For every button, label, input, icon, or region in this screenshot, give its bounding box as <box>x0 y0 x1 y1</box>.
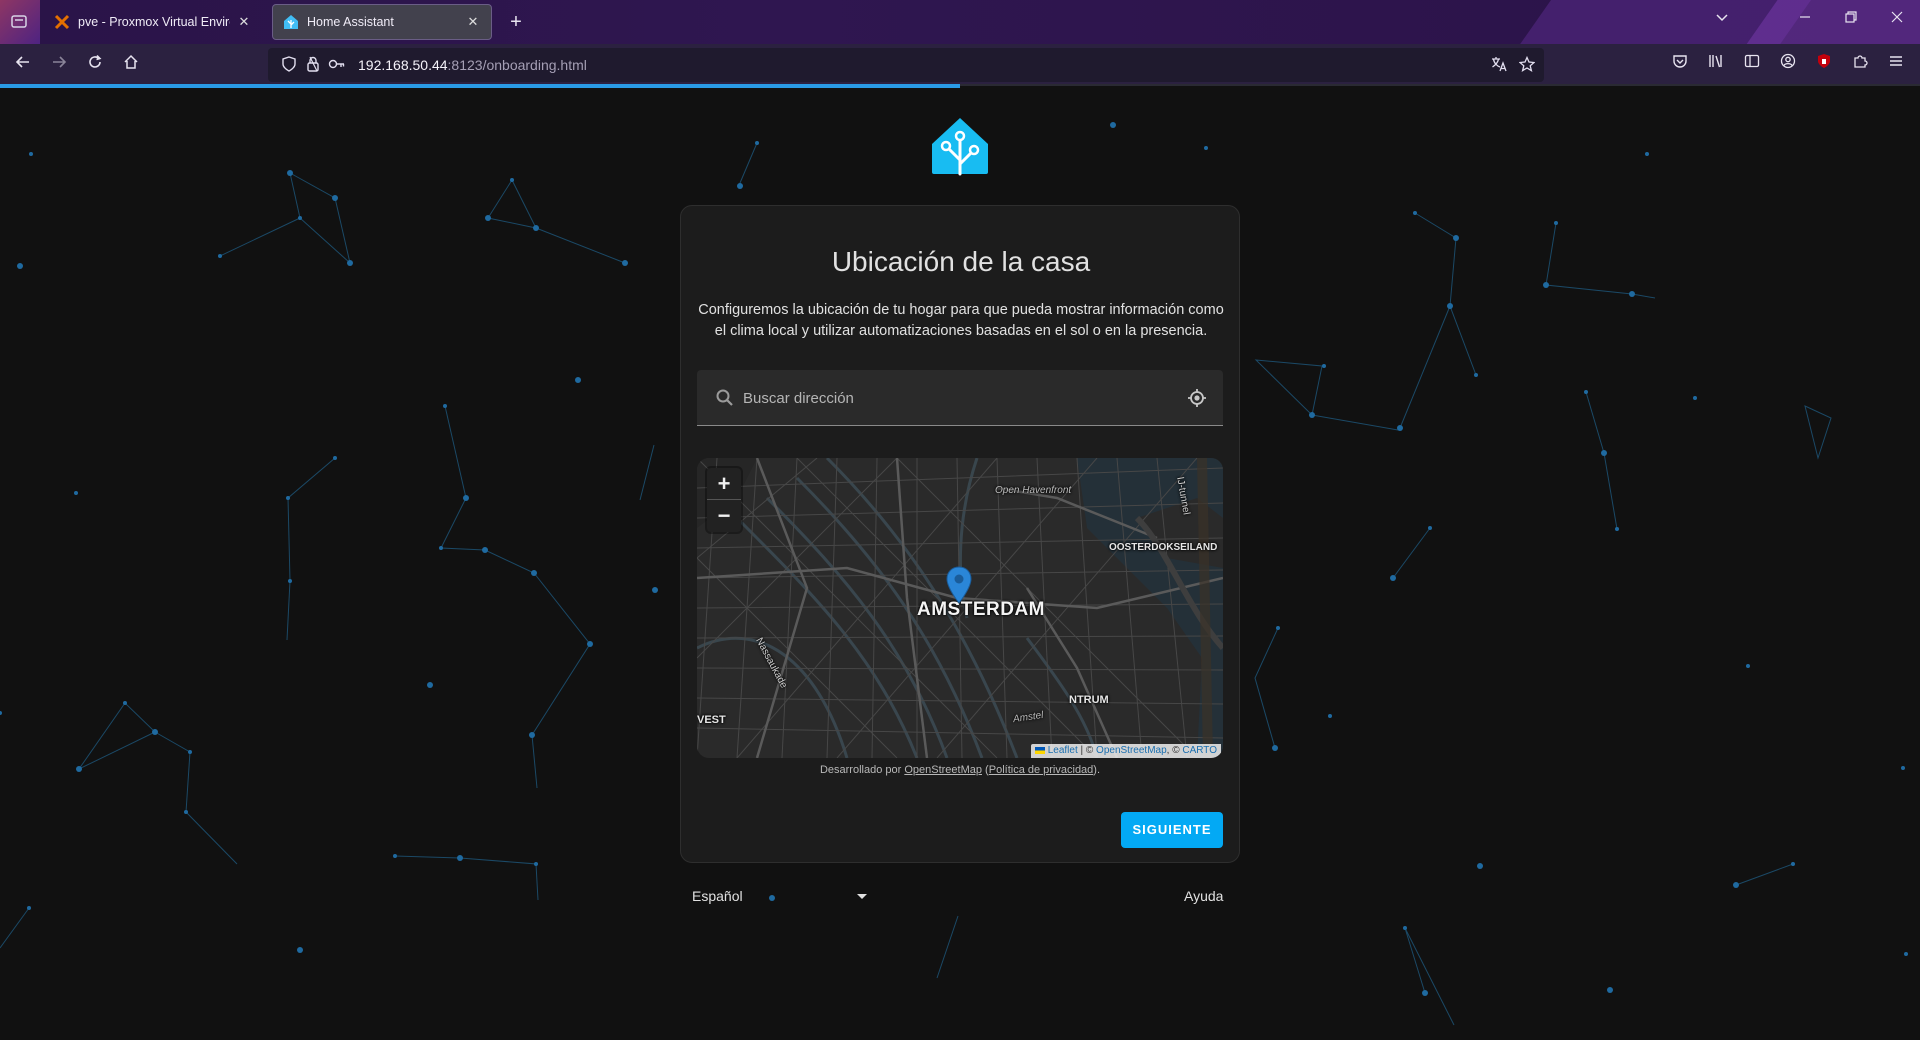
map-attribution: Leaflet | © OpenStreetMap, © CARTO <box>1030 744 1221 758</box>
extensions-puzzle-icon[interactable] <box>1848 53 1872 77</box>
map-label: NTRUM <box>1069 694 1109 706</box>
privacy-policy-link[interactable]: Política de privacidad <box>989 764 1094 776</box>
shield-icon[interactable] <box>280 56 298 74</box>
leaflet-link[interactable]: Leaflet <box>1048 745 1078 756</box>
my-location-icon[interactable] <box>1187 388 1207 408</box>
home-icon[interactable] <box>119 53 143 77</box>
next-button[interactable]: SIGUIENTE <box>1121 812 1223 848</box>
search-address-input[interactable] <box>743 386 1163 410</box>
browser-tab-bar: pve - Proxmox Virtual Environm ✕ Home As… <box>0 0 1920 44</box>
map-label: VEST <box>697 714 726 726</box>
carto-link[interactable]: CARTO <box>1182 745 1217 756</box>
tab-proxmox[interactable]: pve - Proxmox Virtual Environm ✕ <box>44 4 262 40</box>
ublock-extension-icon[interactable] <box>1812 53 1836 77</box>
close-icon[interactable]: ✕ <box>236 14 252 30</box>
pocket-icon[interactable] <box>1668 53 1692 77</box>
account-icon[interactable] <box>1776 53 1800 77</box>
url-text[interactable]: 192.168.50.44:8123/onboarding.html <box>358 57 587 73</box>
location-marker-icon[interactable] <box>946 566 972 604</box>
onboarding-page: Ubicación de la casa Configuremos la ubi… <box>0 88 1920 1040</box>
home-assistant-logo <box>932 118 988 176</box>
address-search-field[interactable] <box>697 370 1223 426</box>
back-arrow-icon[interactable] <box>11 53 35 77</box>
osm-credit: Desarrollado por OpenStreetMap (Política… <box>681 764 1239 776</box>
ukraine-flag-icon <box>1034 746 1045 754</box>
address-bar[interactable]: 192.168.50.44:8123/onboarding.html <box>268 48 1544 82</box>
forward-arrow-icon[interactable] <box>47 53 71 77</box>
tab-list-icon[interactable] <box>10 12 30 32</box>
restore-icon[interactable] <box>1839 10 1863 28</box>
proxmox-icon <box>54 14 70 30</box>
map-city-label: AMSTERDAM <box>917 599 1045 620</box>
new-tab-button[interactable]: + <box>504 10 528 34</box>
tab-home-assistant[interactable]: Home Assistant ✕ <box>272 4 492 40</box>
search-icon <box>716 389 733 406</box>
browser-navigation-bar: 192.168.50.44:8123/onboarding.html <box>0 44 1920 86</box>
lock-icon[interactable] <box>304 56 322 74</box>
translate-icon[interactable] <box>1490 56 1508 74</box>
onboarding-card: Ubicación de la casa Configuremos la ubi… <box>680 205 1240 863</box>
page-title: Ubicación de la casa <box>831 246 1091 277</box>
tab-overflow-chevron-icon[interactable] <box>1710 10 1734 28</box>
sidebar-icon[interactable] <box>1740 53 1764 77</box>
library-icon[interactable] <box>1704 53 1728 77</box>
page-load-progress-track <box>960 84 1920 86</box>
tab-title: pve - Proxmox Virtual Environm <box>78 15 230 29</box>
attribution-separator: | © <box>1077 745 1097 756</box>
attribution-separator: , © <box>1166 745 1183 756</box>
tab-title: Home Assistant <box>307 15 394 29</box>
url-path: :8123/onboarding.html <box>447 57 587 73</box>
intro-text: Configuremos la ubicación de tu hogar pa… <box>698 302 1224 339</box>
osm-credit-mid: ( <box>982 764 989 776</box>
zoom-out-button[interactable]: − <box>707 500 741 532</box>
url-host: 192.168.50.44 <box>358 57 448 73</box>
map-zoom-controls: + − <box>707 468 741 532</box>
openstreetmap-attribution-link[interactable]: OpenStreetMap <box>1096 745 1167 756</box>
menu-hamburger-icon[interactable] <box>1884 53 1908 77</box>
openstreetmap-link[interactable]: OpenStreetMap <box>904 764 982 776</box>
home-assistant-icon <box>283 14 299 30</box>
language-value: Español <box>692 888 743 904</box>
zoom-in-button[interactable]: + <box>707 468 741 500</box>
osm-credit-prefix: Desarrollado por <box>819 764 905 776</box>
reload-icon[interactable] <box>83 53 107 77</box>
language-select[interactable]: Español <box>692 886 867 910</box>
map-label: OOSTERDOKSEILAND <box>1109 542 1218 553</box>
location-map[interactable]: + − Open Havenfront OOSTERDOKSEILAND IJ-… <box>697 458 1223 758</box>
minimize-icon[interactable] <box>1793 10 1817 28</box>
close-icon[interactable]: ✕ <box>465 14 481 30</box>
window-close-icon[interactable] <box>1885 10 1909 28</box>
help-link[interactable]: Ayuda <box>1184 888 1223 904</box>
key-icon[interactable] <box>328 56 346 74</box>
dropdown-arrow-icon <box>857 894 867 899</box>
osm-credit-suffix: ). <box>1093 764 1101 776</box>
map-label: Open Havenfront <box>995 485 1072 496</box>
bookmark-star-icon[interactable] <box>1518 55 1536 74</box>
